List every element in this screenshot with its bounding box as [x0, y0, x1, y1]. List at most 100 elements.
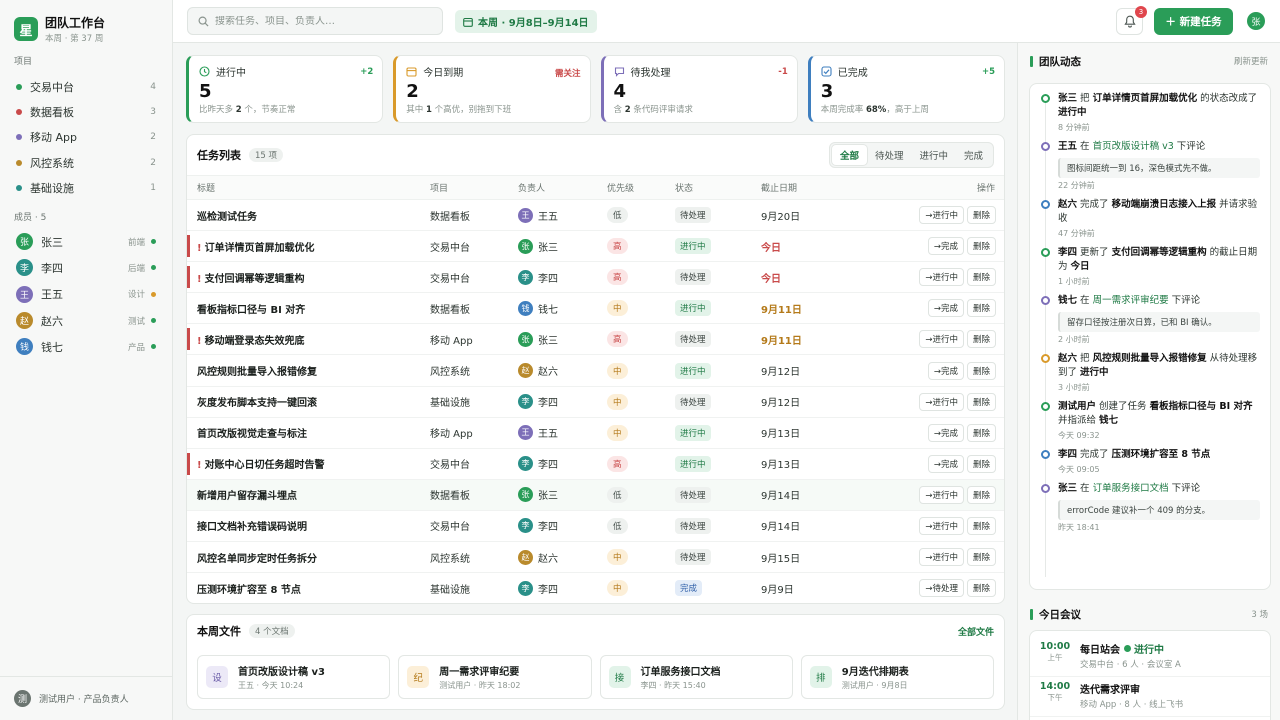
advance-status-button[interactable]: →完成 [927, 361, 964, 380]
task-title[interactable]: 新增用户留存漏斗埋点 [197, 491, 297, 502]
table-row[interactable]: 风控名单同步定时任务拆分 风控系统赵赵六中待处理 9月15日 →进行中 删除 [187, 542, 1004, 573]
task-title[interactable]: 巡检测试任务 [197, 212, 257, 223]
delete-button[interactable]: 删除 [966, 268, 996, 287]
search-box[interactable] [187, 7, 443, 35]
table-row[interactable]: 看板指标口径与 BI 对齐 数据看板钱钱七中进行中 9月11日 →完成 删除 [187, 293, 1004, 324]
comment-quote: 图标间距统一到 16，深色模式先不做。 [1058, 158, 1260, 178]
task-title[interactable]: 接口文档补充错误码说明 [197, 522, 307, 533]
task-title[interactable]: 看板指标口径与 BI 对齐 [197, 305, 305, 316]
delete-button[interactable]: 删除 [966, 454, 996, 473]
user-avatar[interactable]: 张 [1247, 12, 1265, 30]
sidebar-member-item[interactable]: 钱钱七 产品 [0, 334, 172, 360]
week-range-chip[interactable]: 本周 · 9月8日–9月14日 [455, 10, 597, 33]
advance-status-button[interactable]: →完成 [927, 237, 964, 256]
advance-status-button[interactable]: →完成 [927, 454, 964, 473]
task-title[interactable]: 订单详情页首屏加载优化 [205, 243, 315, 254]
advance-status-button[interactable]: →完成 [927, 423, 964, 442]
advance-status-button[interactable]: →进行中 [919, 485, 964, 504]
task-title[interactable]: 风控名单同步定时任务拆分 [197, 554, 317, 565]
member-role: 产品 [127, 342, 145, 353]
delete-button[interactable]: 删除 [966, 485, 996, 504]
delete-button[interactable]: 删除 [966, 548, 996, 567]
file-card[interactable]: 设首页改版设计稿 v3 王五 · 今天 10:24 [197, 655, 391, 699]
delete-button[interactable]: 删除 [966, 423, 996, 442]
task-title[interactable]: 支付回调幂等逻辑重构 [205, 274, 305, 285]
activity-verb: 下评论 [1173, 141, 1206, 152]
meeting-item[interactable]: 14:00 下午 迭代需求评审 移动 App · 8 人 · 线上飞书 [1030, 677, 1270, 717]
table-row[interactable]: 压测环境扩容至 8 节点 基础设施李李四中完成 9月9日 →待处理 删除 [187, 573, 1004, 603]
activity-doc-link[interactable]: 周一需求评审纪要 [1093, 295, 1169, 306]
table-row[interactable]: 新增用户留存漏斗埋点 数据看板张张三低待处理 9月14日 →进行中 删除 [187, 479, 1004, 511]
table-row[interactable]: 巡检测试任务 数据看板王王五低待处理 9月20日 →进行中 删除 [187, 200, 1004, 231]
sidebar-member-item[interactable]: 李李四 后端 [0, 255, 172, 281]
stat-card[interactable]: 已完成 +5 3 本周完成率 68%，高于上周 [807, 55, 1005, 123]
search-input[interactable] [215, 15, 425, 27]
filter-tab[interactable]: 待处理 [867, 145, 912, 165]
activity-entity: 钱七 [1058, 295, 1078, 306]
sidebar-project-item[interactable]: 数据看板 3 [0, 99, 172, 124]
delete-button[interactable]: 删除 [966, 237, 996, 256]
advance-status-button[interactable]: →进行中 [919, 206, 964, 225]
owner-name: 赵六 [538, 553, 558, 565]
week-range-label: 本周 · 9月8日–9月14日 [478, 18, 589, 29]
notifications-button[interactable]: 3 [1116, 6, 1147, 35]
table-row[interactable]: 灰度发布脚本支持一键回滚 基础设施李李四中待处理 9月12日 →进行中 删除 [187, 386, 1004, 418]
sidebar-member-item[interactable]: 王王五 设计 [0, 281, 172, 307]
file-meta: 测试用户 · 9月8日 [841, 681, 908, 690]
table-row[interactable]: ! 移动端登录态失效兜底 移动 App 张张三高待处理 9月11日 →进行中 删除 [187, 324, 1004, 355]
delete-button[interactable]: 删除 [966, 361, 996, 380]
delete-button[interactable]: 删除 [966, 206, 996, 225]
task-title[interactable]: 移动端登录态失效兜底 [205, 336, 305, 347]
sidebar-member-item[interactable]: 张张三 前端 [0, 228, 172, 254]
task-title[interactable]: 首页改版视觉走查与标注 [197, 429, 307, 440]
delete-button[interactable]: 删除 [966, 299, 996, 318]
sidebar-project-item[interactable]: 移动 App 2 [0, 125, 172, 150]
table-row[interactable]: 接口文档补充错误码说明 交易中台李李四低待处理 9月14日 →进行中 删除 [187, 510, 1004, 542]
file-card[interactable]: 接订单服务接口文档 李四 · 昨天 15:40 [599, 655, 793, 699]
task-title[interactable]: 对账中心日切任务超时告警 [205, 460, 325, 471]
delete-button[interactable]: 删除 [966, 516, 996, 535]
activity-doc-link[interactable]: 订单服务接口文档 [1093, 483, 1169, 494]
table-row[interactable]: 风控规则批量导入报错修复 风控系统赵赵六中进行中 9月12日 →完成 删除 [187, 355, 1004, 387]
table-row[interactable]: ! 支付回调幂等逻辑重构 交易中台李李四高待处理 今日 →进行中 删除 [187, 262, 1004, 293]
filter-tab[interactable]: 全部 [831, 145, 867, 165]
all-files-link[interactable]: 全部文件 [958, 625, 994, 638]
advance-status-button[interactable]: →进行中 [919, 268, 964, 287]
stat-card[interactable]: 进行中 +2 5 比昨天多 2 个，节奏正常 [186, 55, 384, 123]
table-row[interactable]: ! 对账中心日切任务超时告警 交易中台李李四高进行中 9月13日 →完成 删除 [187, 448, 1004, 480]
status-badge: 进行中 [675, 455, 711, 472]
file-card[interactable]: 排 9月迭代排期表 测试用户 · 9月8日 [800, 655, 994, 699]
stat-card[interactable]: 今日到期 需关注 2 其中 1 个高优，别拖到下班 [393, 55, 591, 123]
activity-doc-link[interactable]: 首页改版设计稿 v3 [1093, 141, 1174, 152]
task-title[interactable]: 风控规则批量导入报错修复 [197, 367, 317, 378]
task-title[interactable]: 灰度发布脚本支持一键回滚 [197, 398, 317, 409]
stat-description: 其中 1 个高优，别拖到下班 [406, 103, 579, 115]
advance-status-button[interactable]: →进行中 [919, 516, 964, 535]
advance-status-button[interactable]: →完成 [927, 299, 964, 318]
delete-button[interactable]: 删除 [966, 579, 996, 598]
table-row[interactable]: 首页改版视觉走查与标注 移动 App 王王五中进行中 9月13日 →完成 删除 [187, 417, 1004, 449]
file-card[interactable]: 纪周一需求评审纪要 测试用户 · 昨天 18:02 [398, 655, 592, 699]
filter-tab[interactable]: 进行中 [911, 145, 956, 165]
sidebar-member-item[interactable]: 赵赵六 测试 [0, 307, 172, 333]
filter-tab[interactable]: 完成 [956, 145, 991, 165]
new-task-button[interactable]: ＋ 新建任务 [1154, 8, 1233, 35]
current-user[interactable]: 测 测试用户 · 产品负责人 [0, 676, 172, 720]
delete-button[interactable]: 删除 [966, 392, 996, 411]
meeting-title-row: 每日站会 进行中 [1080, 641, 1181, 656]
meeting-item[interactable]: 10:00 上午 每日站会 进行中 交易中台 · 6 人 · 会议室 A [1030, 637, 1270, 677]
refresh-link[interactable]: 刷新更新 [1234, 55, 1268, 67]
task-title[interactable]: 压测环境扩容至 8 节点 [197, 585, 301, 596]
delete-button[interactable]: 删除 [966, 330, 996, 349]
task-title-cell: 首页改版视觉走查与标注 [187, 417, 430, 448]
advance-status-button[interactable]: →进行中 [919, 548, 964, 567]
task-status-cell: 进行中 [675, 417, 761, 448]
sidebar-project-item[interactable]: 交易中台 4 [0, 74, 172, 99]
stat-card[interactable]: 待我处理 -1 4 含 2 条代码评审请求 [600, 55, 798, 123]
table-row[interactable]: ! 订单详情页首屏加载优化 交易中台张张三高进行中 今日 →完成 删除 [187, 231, 1004, 262]
advance-status-button[interactable]: →待处理 [919, 579, 964, 598]
sidebar-project-item[interactable]: 风控系统 2 [0, 150, 172, 175]
advance-status-button[interactable]: →进行中 [919, 330, 964, 349]
advance-status-button[interactable]: →进行中 [919, 392, 964, 411]
sidebar-project-item[interactable]: 基础设施 1 [0, 175, 172, 200]
